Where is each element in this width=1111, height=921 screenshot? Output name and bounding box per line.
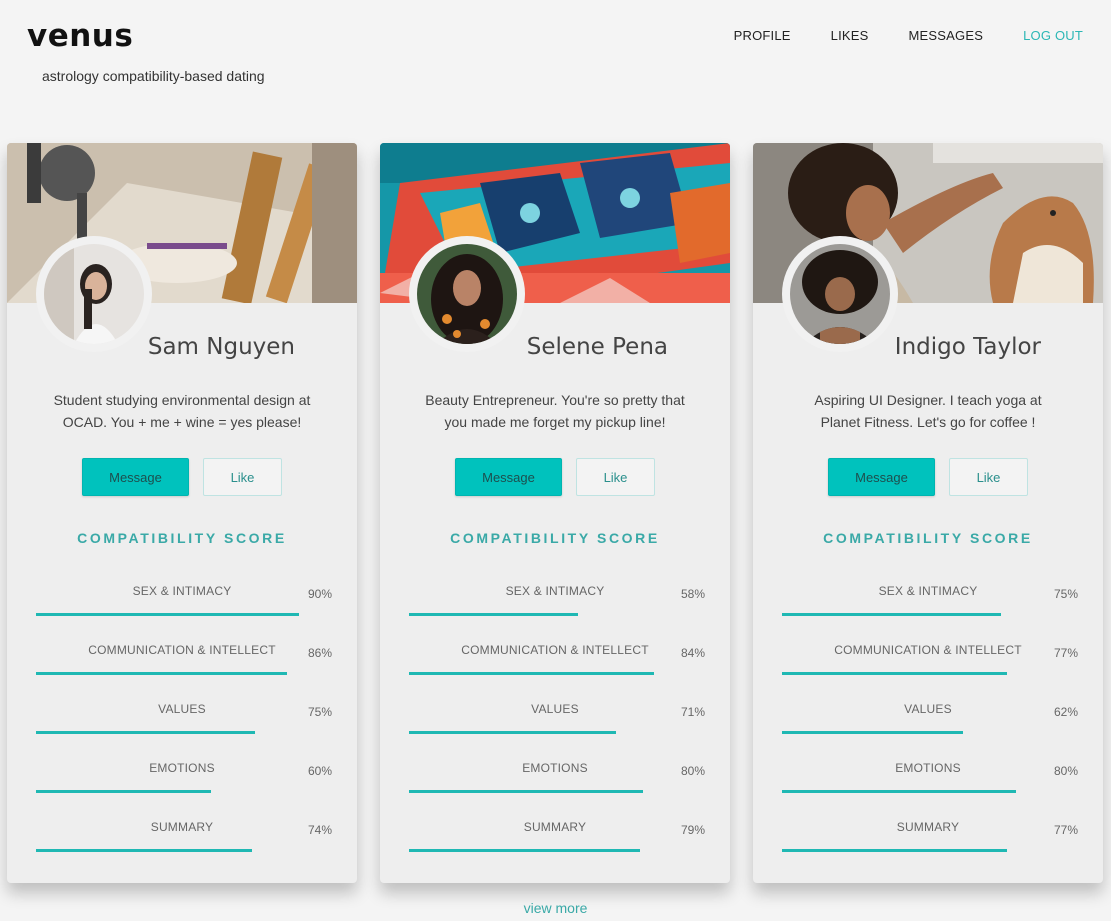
- metric-bar: [409, 849, 640, 852]
- metric-label: EMOTIONS: [522, 761, 588, 775]
- metric-label: SEX & INTIMACY: [132, 584, 232, 598]
- metric-label: EMOTIONS: [895, 761, 961, 775]
- compatibility-metric: SEX & INTIMACY 90%: [36, 584, 336, 634]
- view-more-link[interactable]: view more: [0, 900, 1111, 916]
- profile-bio: Beauty Entrepreneur. You're so pretty th…: [425, 392, 685, 430]
- metric-bar: [782, 790, 1016, 793]
- tagline: astrology compatibility-based dating: [42, 68, 265, 84]
- profile-card: Indigo Taylor Aspiring UI Designer. I te…: [753, 143, 1103, 883]
- compatibility-metric: SUMMARY 74%: [36, 820, 336, 870]
- profile-name: Selene Pena: [526, 334, 668, 360]
- metric-label: VALUES: [531, 702, 579, 716]
- metric-label: COMMUNICATION & INTELLECT: [834, 643, 1022, 657]
- profile-photo-icon: [790, 244, 890, 344]
- metric-percent: 77%: [1053, 823, 1078, 837]
- metric-label: COMMUNICATION & INTELLECT: [88, 643, 276, 657]
- metric-bar: [36, 731, 255, 734]
- metric-bar: [409, 613, 578, 616]
- compatibility-metric: VALUES 75%: [36, 702, 336, 752]
- profile-bio: Aspiring UI Designer. I teach yoga at Pl…: [814, 392, 1042, 430]
- metric-percent: 79%: [680, 823, 705, 837]
- message-button[interactable]: Message: [455, 458, 562, 496]
- metric-percent: 58%: [680, 587, 705, 601]
- compatibility-metric: COMMUNICATION & INTELLECT 77%: [782, 643, 1082, 693]
- message-button[interactable]: Message: [82, 458, 189, 496]
- profile-photo-icon: [44, 244, 144, 344]
- metric-label: VALUES: [904, 702, 952, 716]
- metric-bar: [409, 672, 654, 675]
- profile-bio: Student studying environmental design at…: [53, 392, 311, 430]
- nav-logout[interactable]: LOG OUT: [1023, 28, 1083, 43]
- metric-percent: 71%: [680, 705, 705, 719]
- metric-percent: 80%: [680, 764, 705, 778]
- compatibility-metric: SEX & INTIMACY 58%: [409, 584, 709, 634]
- top-nav: PROFILE LIKES MESSAGES LOG OUT: [734, 28, 1083, 43]
- compatibility-heading: COMPATIBILITY SCORE: [823, 530, 1033, 546]
- brand-logo[interactable]: venus: [27, 18, 133, 54]
- metric-bar: [409, 731, 616, 734]
- like-button[interactable]: Like: [203, 458, 282, 496]
- metric-percent: 75%: [1053, 587, 1078, 601]
- metric-label: SUMMARY: [523, 820, 587, 834]
- compatibility-metric: EMOTIONS 80%: [409, 761, 709, 811]
- compatibility-metric: SUMMARY 79%: [409, 820, 709, 870]
- compatibility-metric: EMOTIONS 80%: [782, 761, 1082, 811]
- metric-bar: [782, 672, 1007, 675]
- metric-label: EMOTIONS: [149, 761, 215, 775]
- compatibility-metric: COMMUNICATION & INTELLECT 86%: [36, 643, 336, 693]
- compatibility-metric: EMOTIONS 60%: [36, 761, 336, 811]
- metric-bar: [782, 849, 1007, 852]
- profile-card: Selene Pena Beauty Entrepreneur. You're …: [380, 143, 730, 883]
- compatibility-metric: SUMMARY 77%: [782, 820, 1082, 870]
- nav-messages[interactable]: MESSAGES: [909, 28, 984, 43]
- metric-label: SEX & INTIMACY: [878, 584, 978, 598]
- metric-percent: 62%: [1053, 705, 1078, 719]
- compatibility-metric: VALUES 62%: [782, 702, 1082, 752]
- metric-label: SUMMARY: [896, 820, 960, 834]
- metric-bar: [36, 849, 252, 852]
- metric-percent: 60%: [307, 764, 332, 778]
- metric-bar: [36, 613, 299, 616]
- compatibility-metric: SEX & INTIMACY 75%: [782, 584, 1082, 634]
- compatibility-metric: COMMUNICATION & INTELLECT 84%: [409, 643, 709, 693]
- metric-label: SEX & INTIMACY: [505, 584, 605, 598]
- compatibility-heading: COMPATIBILITY SCORE: [77, 530, 287, 546]
- metric-label: SUMMARY: [150, 820, 214, 834]
- metric-bar: [409, 790, 643, 793]
- metric-label: VALUES: [158, 702, 206, 716]
- metric-percent: 90%: [307, 587, 332, 601]
- profile-name: Indigo Taylor: [894, 334, 1041, 360]
- profile-photo-icon: [417, 244, 517, 344]
- metric-label: COMMUNICATION & INTELLECT: [461, 643, 649, 657]
- metric-bar: [36, 672, 287, 675]
- metric-percent: 77%: [1053, 646, 1078, 660]
- like-button[interactable]: Like: [949, 458, 1028, 496]
- message-button[interactable]: Message: [828, 458, 935, 496]
- compatibility-metric: VALUES 71%: [409, 702, 709, 752]
- metric-bar: [782, 731, 963, 734]
- profile-card: Sam Nguyen Student studying environmenta…: [7, 143, 357, 883]
- metric-percent: 74%: [307, 823, 332, 837]
- metric-percent: 86%: [307, 646, 332, 660]
- metric-percent: 75%: [307, 705, 332, 719]
- nav-likes[interactable]: LIKES: [831, 28, 869, 43]
- metric-bar: [782, 613, 1001, 616]
- compatibility-heading: COMPATIBILITY SCORE: [450, 530, 660, 546]
- metric-bar: [36, 790, 211, 793]
- metric-percent: 84%: [680, 646, 705, 660]
- nav-profile[interactable]: PROFILE: [734, 28, 791, 43]
- metric-percent: 80%: [1053, 764, 1078, 778]
- like-button[interactable]: Like: [576, 458, 655, 496]
- profile-name: Sam Nguyen: [147, 334, 295, 360]
